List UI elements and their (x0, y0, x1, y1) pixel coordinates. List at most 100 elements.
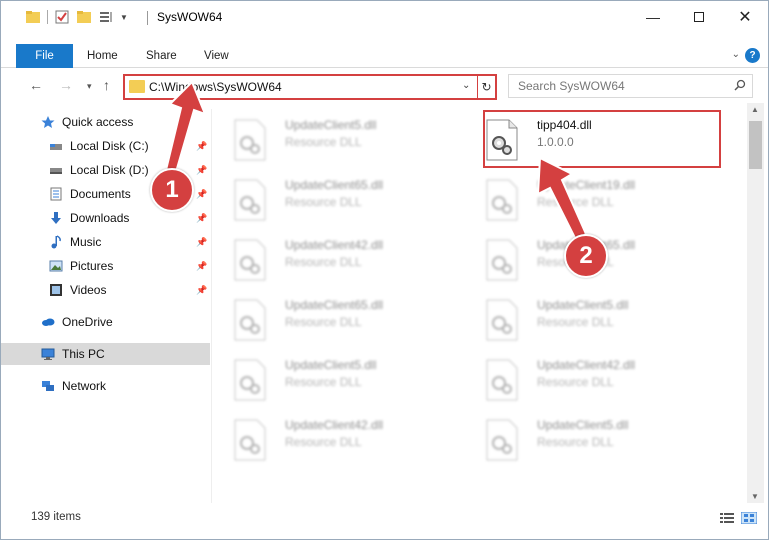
highlight-box (483, 110, 721, 168)
documents-icon (50, 187, 62, 201)
tab-view[interactable]: View (204, 44, 229, 68)
list-item[interactable]: UpdateClient5.dll Resource DLL (213, 349, 443, 407)
list-item[interactable]: UpdateClient5.dll Resource DLL (465, 289, 695, 347)
forward-icon[interactable]: → (59, 77, 73, 93)
music-icon (51, 235, 61, 249)
sidebar-item-this-pc[interactable]: This PC (1, 343, 210, 365)
sidebar-item-label: Music (70, 235, 102, 249)
address-path[interactable]: C:\Windows\SysWOW64 (149, 80, 282, 94)
qat-dropdown-icon[interactable]: ▼ (120, 13, 128, 22)
tab-share[interactable]: Share (146, 44, 177, 68)
search-input[interactable]: Search SysWOW64 (508, 74, 753, 98)
dll-file-icon (486, 359, 518, 401)
details-view-icon[interactable] (719, 512, 735, 524)
close-button[interactable]: ✕ (722, 1, 768, 33)
large-icons-view-icon[interactable] (741, 512, 757, 524)
file-description: Resource DLL (537, 375, 614, 389)
pin-icon: 📌 (196, 237, 208, 247)
customize-icon[interactable] (98, 9, 114, 25)
status-bar: 139 items (1, 507, 768, 529)
dll-file-icon (234, 179, 266, 221)
sidebar-item-videos[interactable]: Videos 📌 (1, 279, 210, 301)
sidebar-item-label: Videos (70, 283, 107, 297)
scroll-up-icon[interactable]: ▲ (751, 105, 759, 114)
list-item[interactable]: UpdateClient42.dll Resource DLL (465, 349, 695, 407)
help-icon[interactable]: ? (745, 48, 760, 63)
list-item[interactable]: UpdateClient42.dll Resource DLL (213, 229, 443, 287)
minimize-icon: — (646, 9, 660, 25)
file-list: UpdateClient5.dll Resource DLL UpdateCli… (213, 103, 747, 503)
file-description: Resource DLL (285, 375, 362, 389)
close-icon: ✕ (738, 9, 752, 26)
tab-home[interactable]: Home (87, 44, 118, 68)
sidebar-item-label: Local Disk (D:) (70, 163, 149, 177)
expand-ribbon-icon[interactable]: ⌄ (732, 49, 740, 60)
item-count: 139 items (31, 511, 81, 523)
drive-icon (50, 144, 62, 150)
dll-file-icon (234, 299, 266, 341)
file-description: Resource DLL (285, 435, 362, 449)
dll-file-icon (486, 239, 518, 281)
chevron-down-icon[interactable]: ⌄ (462, 80, 470, 91)
list-item[interactable]: UpdateClient42.dll Resource DLL (213, 409, 443, 467)
scroll-down-icon[interactable]: ▼ (751, 492, 759, 501)
sidebar-item-network[interactable]: Network (1, 375, 210, 397)
sidebar-item-pictures[interactable]: Pictures 📌 (1, 255, 210, 277)
file-description: Resource DLL (537, 435, 614, 449)
minimize-button[interactable]: — (630, 1, 676, 33)
pin-icon: 📌 (196, 261, 208, 271)
list-item[interactable]: UpdateClient19.dll Resource DLL (465, 169, 695, 227)
scroll-thumb[interactable] (749, 121, 762, 169)
file-name: UpdateClient65.dll (285, 178, 384, 192)
back-icon[interactable]: ← (29, 77, 43, 93)
address-bar[interactable]: C:\Windows\SysWOW64 ⌄ ↻ (123, 74, 497, 100)
dll-file-icon (234, 359, 266, 401)
file-name: UpdateClient5.dll (537, 298, 629, 312)
search-icon[interactable] (734, 79, 746, 91)
sidebar-item-local-disk-c[interactable]: Local Disk (C:) 📌 (1, 135, 210, 157)
step-badge-2: 2 (564, 234, 608, 278)
videos-icon (50, 284, 62, 296)
pin-icon: 📌 (196, 285, 208, 295)
file-name: UpdateClient42.dll (285, 238, 384, 252)
quick-access-toolbar: ▼ (25, 9, 128, 25)
sidebar-item-label: Documents (70, 187, 131, 201)
maximize-button[interactable] (676, 1, 722, 33)
sidebar-item-label: Network (62, 379, 107, 393)
pin-icon: 📌 (196, 189, 208, 199)
dll-file-icon (486, 299, 518, 341)
new-folder-icon[interactable] (76, 9, 92, 25)
sidebar-item-onedrive[interactable]: OneDrive (1, 311, 210, 333)
download-icon (51, 212, 61, 224)
pin-icon: 📌 (196, 165, 208, 175)
tab-file[interactable]: File (16, 44, 73, 68)
list-item[interactable]: UpdateClient5.dll Resource DLL (465, 409, 695, 467)
refresh-icon[interactable]: ↻ (477, 76, 495, 98)
list-item[interactable]: UpdateClient5.dll Resource DLL (213, 109, 443, 167)
explorer-window: ▼ SysWOW64 — ✕ File Home Share View ⌄ ? … (0, 0, 769, 540)
file-description: Resource DLL (285, 315, 362, 329)
properties-icon[interactable] (54, 9, 70, 25)
list-item[interactable]: UpdateClient65.dll Resource DLL (213, 289, 443, 347)
ribbon-tabs: File Home Share View ⌄ ? (1, 44, 768, 68)
title-bar: ▼ SysWOW64 — ✕ (1, 1, 768, 33)
sidebar-item-music[interactable]: Music 📌 (1, 231, 210, 253)
folder-icon (26, 11, 40, 23)
up-icon[interactable]: ↑ (103, 77, 110, 93)
network-icon (42, 381, 54, 391)
drive-icon (50, 168, 62, 174)
sidebar-item-quick-access[interactable]: Quick access (1, 111, 210, 133)
sidebar-item-label: This PC (62, 347, 105, 361)
pin-icon: 📌 (196, 141, 208, 151)
list-item[interactable]: UpdateClient65.dll Resource DLL (213, 169, 443, 227)
file-name: UpdateClient42.dll (537, 358, 636, 372)
dll-file-icon (234, 419, 266, 461)
vertical-scrollbar[interactable]: ▲ ▼ (747, 103, 764, 503)
dll-file-icon (486, 419, 518, 461)
star-icon (41, 116, 55, 128)
title-separator (147, 11, 148, 25)
dll-file-icon (234, 239, 266, 281)
recent-locations-icon[interactable]: ▾ (87, 81, 92, 92)
navigation-pane: Quick access Local Disk (C:) 📌 Local Dis… (1, 109, 212, 503)
sidebar-item-label: Local Disk (C:) (70, 139, 149, 153)
